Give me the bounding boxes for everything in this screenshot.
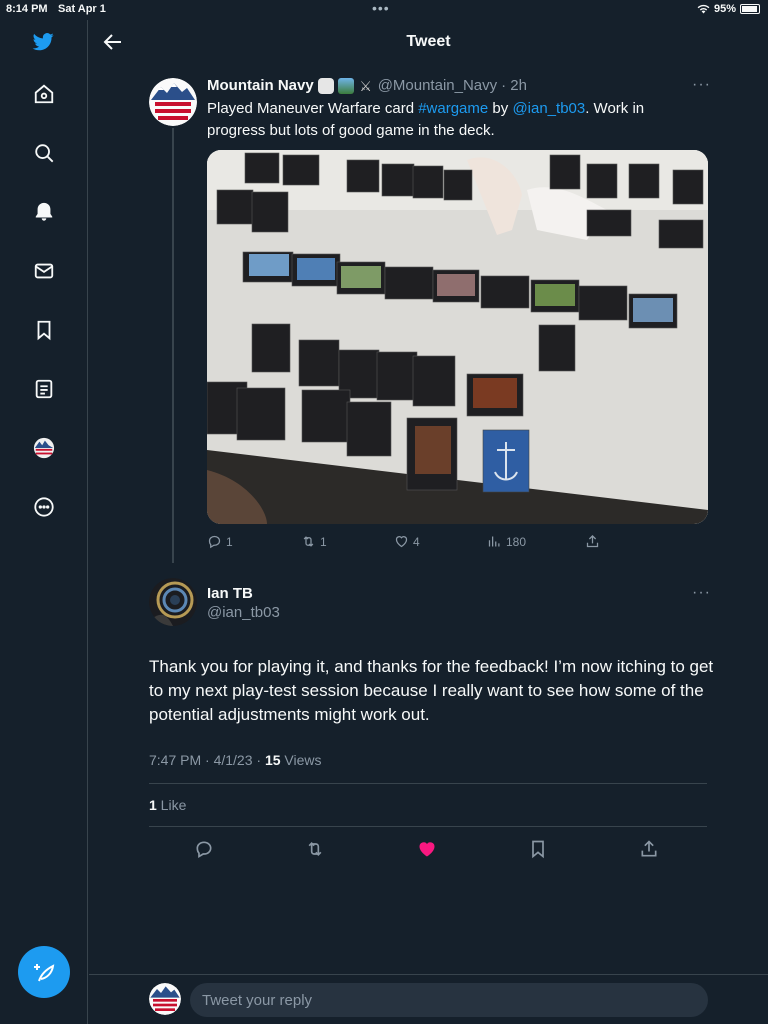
status-right: 95% <box>697 3 760 15</box>
wifi-icon <box>697 4 710 14</box>
divider <box>149 826 707 827</box>
my-avatar[interactable] <box>149 983 181 1015</box>
messages-icon[interactable] <box>32 259 56 283</box>
likes-summary[interactable]: 1 Like <box>149 797 186 813</box>
status-time: 8:14 PM <box>6 3 48 15</box>
dice-emoji-icon <box>317 77 334 94</box>
views-button[interactable]: 180 <box>487 534 526 549</box>
header: Tweet <box>89 20 768 64</box>
bookmark-icon <box>532 840 544 859</box>
multitasking-dots-icon[interactable]: ••• <box>372 0 390 16</box>
share-button[interactable] <box>585 534 600 549</box>
retweet-count: 1 <box>320 534 327 549</box>
compose-feather-icon <box>34 964 55 982</box>
twitter-logo-icon[interactable] <box>31 30 55 54</box>
reply-icon <box>208 535 221 549</box>
reply-author-handle[interactable]: @ian_tb03 <box>207 604 280 621</box>
share-icon <box>586 534 599 548</box>
ian-tb-avatar[interactable] <box>149 578 197 626</box>
like-button-active[interactable] <box>416 838 438 860</box>
tweet1-header: Mountain Navy ⚔ @Mountain_Navy · 2h <box>207 77 527 94</box>
compose-tweet-button[interactable] <box>18 946 70 998</box>
retweet-icon <box>303 536 314 547</box>
profile-avatar[interactable] <box>32 436 56 460</box>
author-handle[interactable]: @Mountain_Navy <box>378 77 497 94</box>
tweet1-more-icon[interactable]: ··· <box>692 76 711 94</box>
notifications-icon[interactable] <box>32 200 56 224</box>
views-count: 180 <box>506 534 527 549</box>
reply-button[interactable] <box>193 838 215 860</box>
bookmarks-icon[interactable] <box>32 318 56 342</box>
landscape-emoji-icon <box>337 77 354 94</box>
author-name[interactable]: Mountain Navy <box>207 77 314 94</box>
bookmark-button[interactable] <box>527 838 549 860</box>
share-button[interactable] <box>638 838 660 860</box>
battery-percent: 95% <box>713 3 736 15</box>
sidebar <box>0 20 88 1024</box>
views-number: 15 <box>264 752 281 768</box>
lists-icon[interactable] <box>32 377 56 401</box>
retweet-button[interactable] <box>304 838 326 860</box>
like-count: 4 <box>413 534 420 549</box>
home-icon[interactable] <box>32 82 56 106</box>
heart-filled-icon <box>419 842 435 857</box>
hashtag-link[interactable]: #wargame <box>418 100 488 117</box>
reply-text: Thank you for playing it, and thanks for… <box>149 657 714 724</box>
tweet1-photo[interactable] <box>207 150 708 524</box>
like-button[interactable]: 4 <box>394 534 420 549</box>
retweet-icon <box>308 841 322 857</box>
divider <box>149 783 707 784</box>
thread-line <box>172 128 174 563</box>
reply-input[interactable] <box>190 983 708 1017</box>
tweet-meta: 7:47 PM · 4/1/23 · 15 Views <box>149 752 322 768</box>
tweet2-more-icon[interactable]: ··· <box>692 584 711 602</box>
views-label: Views <box>280 752 322 768</box>
reply-author-name[interactable]: Ian TB <box>207 585 253 602</box>
reply-count: 1 <box>226 534 233 549</box>
views-chart-icon <box>488 536 500 547</box>
status-date: Sat Apr 1 <box>58 3 106 15</box>
status-bar: 8:14 PM Sat Apr 1 ••• 95% <box>0 0 768 20</box>
tweet-date: 7:47 PM · 4/1/23 · <box>149 752 265 768</box>
battery-icon <box>740 4 760 14</box>
tweet1-text-part: by <box>488 100 513 117</box>
more-icon[interactable] <box>32 495 56 519</box>
reply-button[interactable]: 1 <box>207 534 233 549</box>
heart-icon <box>395 536 408 548</box>
likes-label: Like <box>156 797 187 813</box>
tweet1-actions: 1 1 4 180 <box>207 534 607 552</box>
crossed-swords-emoji-icon: ⚔ <box>359 77 372 94</box>
share-icon <box>641 840 657 857</box>
tweet1-text: Played Maneuver Warfare card #wargame by… <box>207 98 687 142</box>
mountain-navy-avatar[interactable] <box>149 78 197 126</box>
tweet1-text-part: Played Maneuver Warfare card <box>207 100 419 117</box>
retweet-button[interactable]: 1 <box>301 534 327 549</box>
page-title: Tweet <box>406 33 451 50</box>
search-icon[interactable] <box>32 141 56 165</box>
tweet-time: · 2h <box>501 77 527 94</box>
mention-link[interactable]: @ian_tb03 <box>512 100 585 117</box>
likes-number: 1 <box>149 797 157 813</box>
reply-icon <box>196 841 212 858</box>
